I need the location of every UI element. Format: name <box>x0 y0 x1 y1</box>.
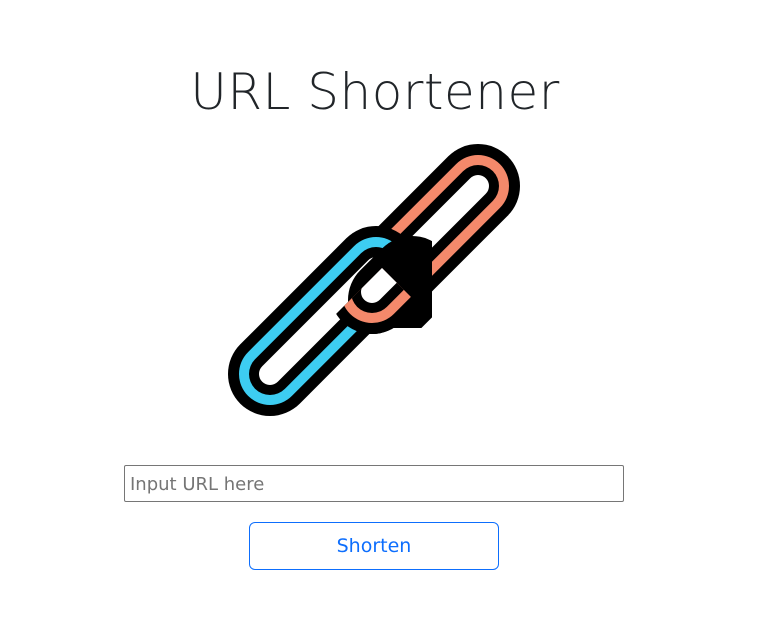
url-input[interactable] <box>124 465 624 502</box>
shorten-button[interactable]: Shorten <box>249 522 499 570</box>
url-shortener-page: URL Shortener Input URL here Shorten <box>0 0 762 635</box>
chain-link-icon <box>228 144 520 416</box>
page-title: URL Shortener <box>190 63 560 121</box>
